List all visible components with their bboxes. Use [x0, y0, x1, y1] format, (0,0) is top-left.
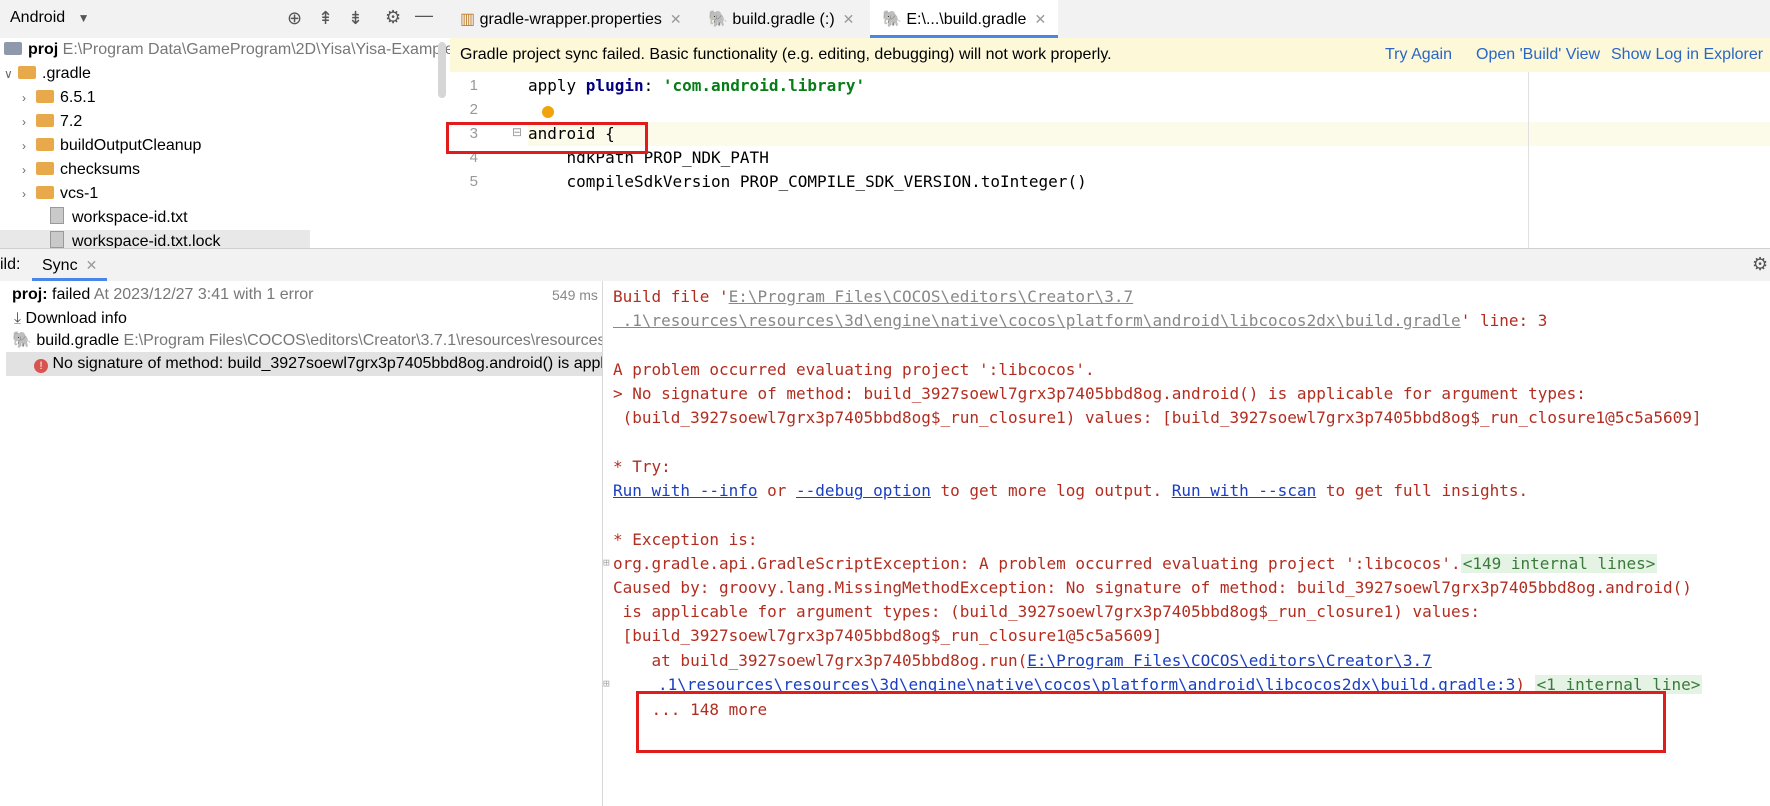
sync-duration: 549 ms [552, 287, 598, 303]
console-line: Run with --info or --debug option to get… [613, 481, 1529, 500]
line-number: 2 [469, 101, 478, 118]
banner-message: Gradle project sync failed. Basic functi… [460, 46, 1112, 63]
tree-item-vcs-1[interactable]: › vcs-1 [22, 182, 98, 206]
view-selector[interactable]: Android ▼ [10, 9, 90, 27]
fold-icon[interactable]: ⊞ [603, 556, 610, 569]
project-panel-header: Android ▼ ⊕ ⇞ ⇟ ⚙ — [0, 0, 450, 38]
locate-icon[interactable]: ⊕ [287, 8, 302, 29]
console-line: at build_3927soewl7grx3p7405bbd8og.run(E… [613, 651, 1432, 670]
console-line: (build_3927soewl7grx3p7405bbd8og$_run_cl… [613, 408, 1702, 427]
tab-gradle-wrapper-properties[interactable]: ▥ gradle-wrapper.properties ✕ [460, 0, 682, 38]
right-margin-guide [1528, 72, 1529, 248]
error-icon: ! [34, 359, 48, 373]
chevron-right-icon[interactable]: › [22, 110, 36, 134]
build-file-link[interactable]: E:\Program Files\COCOS\editors\Creator\3… [729, 287, 1134, 306]
console-line: Caused by: groovy.lang.MissingMethodExce… [613, 578, 1692, 597]
tree-scrollbar[interactable] [438, 42, 446, 98]
close-icon[interactable]: ✕ [843, 11, 855, 27]
download-icon: ⤓ [14, 310, 22, 327]
tree-root[interactable]: proj E:\Program Data\GameProgram\2D\Yisa… [4, 38, 450, 62]
close-icon[interactable]: ✕ [86, 257, 98, 273]
text-file-icon [50, 207, 64, 224]
gear-icon[interactable]: ⚙ [1752, 254, 1768, 275]
run-with-scan-link[interactable]: Run with --scan [1172, 481, 1317, 500]
download-info-row[interactable]: ⤓ Download info [14, 307, 127, 331]
fold-icon[interactable]: ⊞ [603, 677, 610, 690]
build-gradle-row[interactable]: 🐘 build.gradle E:\Program Files\COCOS\ed… [12, 329, 602, 353]
show-log-link[interactable]: Show Log in Explorer [1611, 38, 1763, 72]
folder-icon [36, 138, 54, 151]
tab-build-gradle-active[interactable]: 🐘 E:\...\build.gradle ✕ [870, 0, 1059, 38]
tree-item-651[interactable]: › 6.5.1 [22, 86, 96, 110]
chevron-right-icon[interactable]: › [22, 86, 36, 110]
chevron-down-icon[interactable]: ∨ [4, 62, 18, 86]
run-with-info-link[interactable]: Run with --info [613, 481, 758, 500]
code-line-5: compileSdkVersion PROP_COMPILE_SDK_VERSI… [528, 172, 1087, 191]
console-line: Build file 'E:\Program Files\COCOS\edito… [613, 287, 1134, 306]
chevron-down-icon[interactable]: ▼ [78, 11, 90, 25]
console-line: .1\resources\resources\3d\engine\native\… [613, 311, 1548, 330]
collapse-all-icon[interactable]: ⇟ [348, 8, 363, 29]
error-row[interactable]: ! No signature of method: build_3927soew… [6, 352, 602, 376]
console-line: org.gradle.api.GradleScriptException: A … [613, 554, 1658, 573]
stacktrace-link[interactable]: E:\Program Files\COCOS\editors\Creator\3… [1027, 651, 1432, 670]
minimize-icon[interactable]: — [415, 5, 433, 26]
tree-item-workspace-id-lock[interactable]: workspace-id.txt.lock [0, 230, 310, 248]
open-build-view-link[interactable]: Open 'Build' View [1476, 38, 1600, 72]
console-line: * Exception is: [613, 530, 758, 549]
code-line-1: apply plugin: 'com.android.library' [528, 76, 866, 95]
debug-option-link[interactable]: --debug option [796, 481, 931, 500]
text-file-icon [50, 231, 64, 248]
build-sync-tree: proj: failed At 2023/12/27 3:41 with 1 e… [0, 281, 603, 806]
module-folder-icon [4, 42, 22, 55]
code-editor[interactable]: apply plugin: 'com.android.library' andr… [528, 72, 1770, 248]
chevron-right-icon[interactable]: › [22, 134, 36, 158]
console-line: [build_3927soewl7grx3p7405bbd8og$_run_cl… [613, 626, 1163, 645]
tree-item-gradle[interactable]: ∨ .gradle [4, 62, 91, 86]
highlight-box [446, 122, 648, 154]
chevron-right-icon[interactable]: › [22, 158, 36, 182]
console-line: is applicable for argument types: (build… [613, 602, 1480, 621]
gradle-elephant-icon: 🐘 [12, 332, 32, 349]
gradle-elephant-icon: 🐘 [882, 11, 902, 28]
folder-icon [36, 114, 54, 127]
project-tree: proj E:\Program Data\GameProgram\2D\Yisa… [0, 38, 450, 248]
folder-icon [36, 90, 54, 103]
try-again-link[interactable]: Try Again [1385, 38, 1452, 72]
gradle-elephant-icon: 🐘 [708, 11, 728, 28]
line-number: 5 [469, 173, 478, 190]
console-line: * Try: [613, 457, 671, 476]
properties-file-icon: ▥ [460, 11, 476, 28]
console-line: A problem occurred evaluating project ':… [613, 360, 1095, 379]
tree-item-checksums[interactable]: › checksums [22, 158, 140, 182]
tab-build-gradle-root[interactable]: 🐘 build.gradle (:) ✕ [708, 0, 854, 38]
close-icon[interactable]: ✕ [670, 11, 682, 27]
line-number: 1 [469, 77, 478, 94]
tree-item-build-output-cleanup[interactable]: › buildOutputCleanup [22, 134, 201, 158]
console-line: > No signature of method: build_3927soew… [613, 384, 1586, 403]
current-line-highlight [528, 122, 1770, 146]
line-gutter: 1 2 3 4 5 ⊟ [450, 72, 528, 248]
sync-failed-banner: Gradle project sync failed. Basic functi… [450, 38, 1770, 73]
intention-bulb-icon[interactable] [542, 106, 554, 118]
expand-all-icon[interactable]: ⇞ [318, 8, 333, 29]
folder-icon [36, 162, 54, 175]
internal-lines-badge[interactable]: <149 internal lines> [1460, 554, 1658, 573]
build-toolwindow-header: ild: Sync ✕ ⚙ [0, 248, 1770, 282]
tree-item-workspace-id[interactable]: workspace-id.txt [50, 206, 188, 230]
build-title: ild: [0, 256, 21, 273]
gear-icon[interactable]: ⚙ [385, 7, 401, 28]
close-icon[interactable]: ✕ [1034, 11, 1046, 27]
folder-icon [18, 66, 36, 79]
highlight-box [636, 691, 1666, 753]
sync-root-row[interactable]: proj: failed At 2023/12/27 3:41 with 1 e… [12, 283, 598, 307]
editor-tabs: ▥ gradle-wrapper.properties ✕ 🐘 build.gra… [450, 0, 1770, 39]
build-file-link[interactable]: .1\resources\resources\3d\engine\native\… [613, 311, 1461, 330]
tree-item-72[interactable]: › 7.2 [22, 110, 82, 134]
tab-sync[interactable]: Sync ✕ [32, 249, 108, 281]
chevron-right-icon[interactable]: › [22, 182, 36, 206]
folder-icon [36, 186, 54, 199]
